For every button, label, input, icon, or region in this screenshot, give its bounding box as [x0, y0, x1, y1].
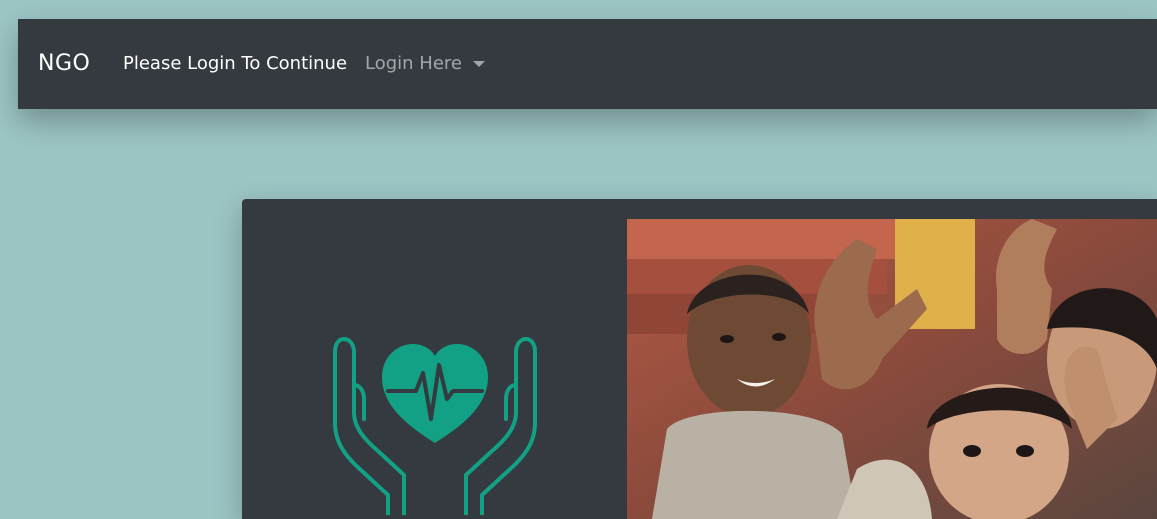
login-dropdown-label: Login Here [365, 53, 462, 74]
top-navbar: NGO Please Login To Continue Login Here [18, 19, 1157, 109]
children-smiling-photo [627, 219, 1157, 519]
brand-link[interactable]: NGO [38, 19, 90, 109]
login-prompt-text: Please Login To Continue [123, 53, 348, 74]
login-dropdown-toggle[interactable]: Login Here [365, 19, 485, 109]
chevron-down-icon [472, 61, 485, 67]
hands-heart-pulse-icon [330, 315, 540, 517]
hero-card [242, 199, 1157, 519]
